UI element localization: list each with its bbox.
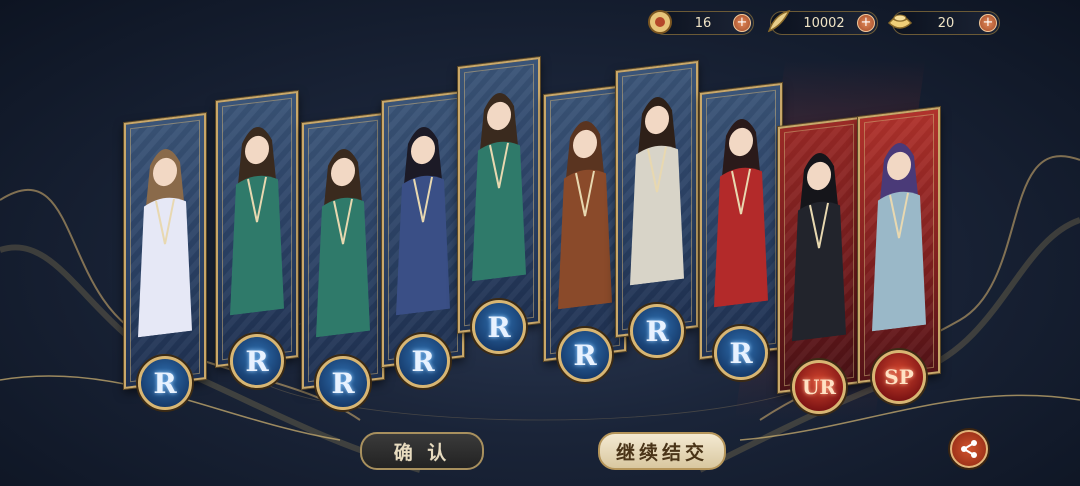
rarity-badge: R xyxy=(472,300,526,354)
character-card[interactable]: UR xyxy=(778,116,860,414)
character-card[interactable]: R xyxy=(458,56,540,354)
character-portrait xyxy=(396,127,450,316)
coin-amount: 16 xyxy=(694,15,712,31)
currency-feather: 10002 + xyxy=(767,9,878,35)
add-ingot-button[interactable]: + xyxy=(979,14,997,32)
character-portrait xyxy=(872,143,926,332)
character-portrait xyxy=(138,149,192,338)
currency-ingot: 20 + xyxy=(887,11,1000,35)
rarity-badge: R xyxy=(138,356,192,410)
rarity-badge: UR xyxy=(792,360,846,414)
currency-coin: 16 + xyxy=(648,10,754,35)
confirm-button[interactable]: 确 认 xyxy=(360,432,484,470)
add-coin-button[interactable]: + xyxy=(733,14,751,32)
character-portrait xyxy=(558,121,612,310)
feather-icon xyxy=(767,9,791,33)
character-card[interactable]: R xyxy=(544,84,626,382)
share-button[interactable] xyxy=(950,430,988,468)
coin-icon xyxy=(648,10,672,34)
feather-amount: 10002 xyxy=(803,15,845,31)
ingot-amount: 20 xyxy=(937,15,955,31)
character-portrait xyxy=(792,153,846,342)
share-icon xyxy=(961,440,977,458)
rarity-badge: R xyxy=(230,334,284,388)
character-card[interactable]: R xyxy=(302,112,384,410)
character-portrait xyxy=(316,149,370,338)
rarity-badge: R xyxy=(396,334,450,388)
add-feather-button[interactable]: + xyxy=(857,14,875,32)
character-card[interactable]: R xyxy=(216,90,298,388)
rarity-badge: R xyxy=(630,304,684,358)
character-portrait xyxy=(630,97,684,286)
character-portrait xyxy=(714,119,768,308)
character-portrait xyxy=(472,93,526,282)
rarity-badge: R xyxy=(316,356,370,410)
character-card[interactable]: R xyxy=(700,82,782,380)
rarity-badge: SP xyxy=(872,350,926,404)
rarity-badge: R xyxy=(714,326,768,380)
rarity-badge: R xyxy=(558,328,612,382)
continue-button[interactable]: 继续结交 xyxy=(598,432,726,470)
character-portrait xyxy=(230,127,284,316)
character-card[interactable]: SP xyxy=(858,106,940,404)
ingot-icon xyxy=(887,14,913,29)
character-card[interactable]: R xyxy=(124,112,206,410)
character-card[interactable]: R xyxy=(382,90,464,388)
character-card[interactable]: R xyxy=(616,60,698,358)
